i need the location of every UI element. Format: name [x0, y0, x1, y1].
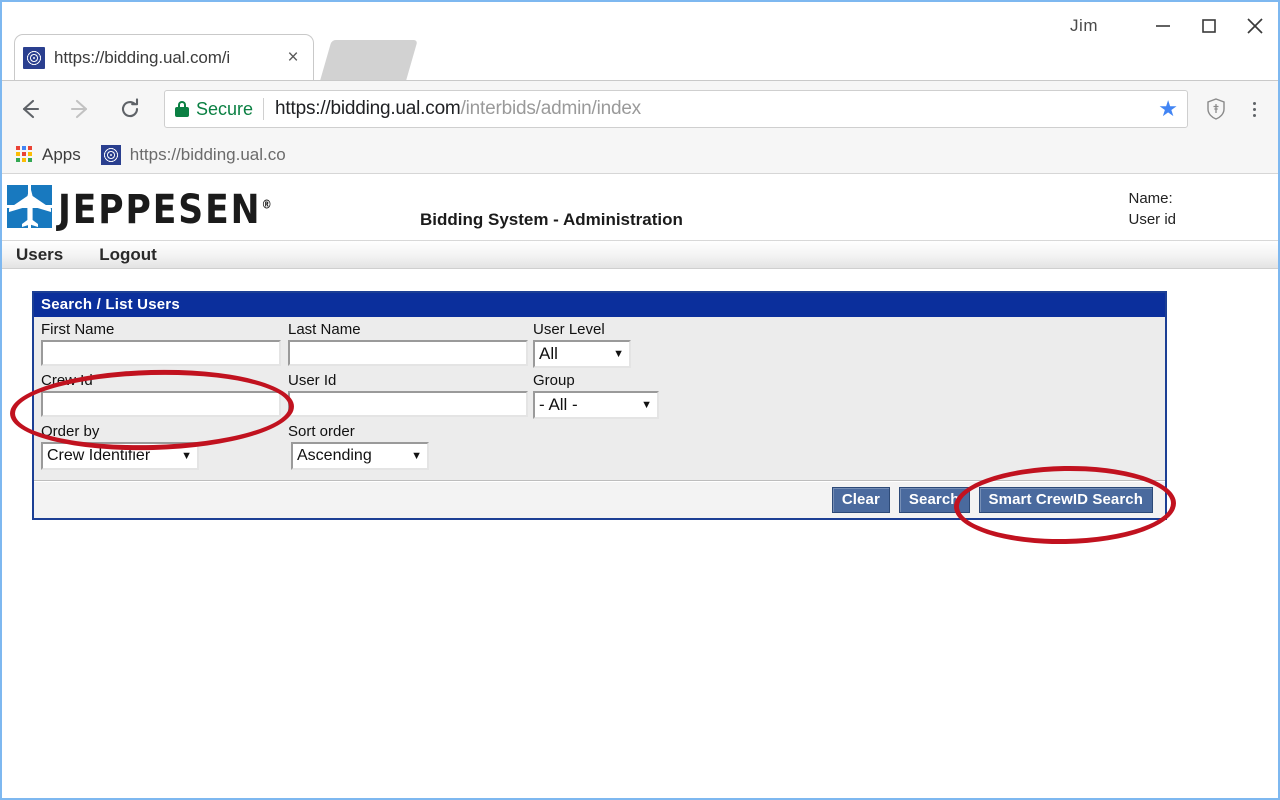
search-form: First Name Last Name User Level All ▼ Cr… [34, 317, 1165, 481]
address-bar-url: https://bidding.ual.com/interbids/admin/… [275, 98, 641, 120]
reload-icon[interactable] [108, 87, 152, 131]
order-by-value: Crew Identifier [47, 447, 151, 464]
form-row-inputs-3: Crew Identifier ▼ Ascending ▼ [34, 442, 1165, 474]
lock-icon [175, 101, 189, 117]
minimize-icon[interactable] [1140, 3, 1186, 49]
nav-item-users[interactable]: Users [16, 245, 63, 265]
profile-name[interactable]: Jim [1070, 16, 1098, 36]
form-row-labels-2: Crew Id User Id Group [34, 372, 1165, 391]
form-row-labels-1: First Name Last Name User Level [34, 321, 1165, 340]
tab-title: https://bidding.ual.com/i [54, 47, 231, 67]
globe-favicon [100, 144, 121, 165]
bookmarks-bar: Apps https://bidding.ual.co [2, 136, 1278, 174]
apps-grid-icon[interactable] [16, 146, 33, 163]
maximize-icon[interactable] [1186, 3, 1232, 49]
window-controls: Jim [1070, 2, 1278, 50]
search-button[interactable]: Search [898, 487, 970, 513]
brand-wordmark: JEPPESEN® [58, 187, 274, 233]
user-level-select[interactable]: All ▼ [533, 340, 631, 368]
bookmark-item-0[interactable]: https://bidding.ual.co [130, 145, 286, 165]
sort-order-value: Ascending [297, 447, 372, 464]
url-path: /interbids/admin/index [460, 98, 642, 119]
browser-tab[interactable]: https://bidding.ual.com/i × [14, 34, 314, 80]
panel-title: Search / List Users [34, 293, 1165, 317]
smart-crewid-search-button[interactable]: Smart CrewID Search [978, 487, 1153, 513]
label-crew-id: Crew Id [41, 372, 93, 389]
browser-window: https://bidding.ual.com/i × Jim Secure h… [0, 0, 1280, 800]
chevron-down-icon: ▼ [613, 348, 624, 360]
app-navbar: Users Logout [2, 241, 1278, 269]
user-id-input[interactable] [288, 391, 528, 417]
sort-order-select[interactable]: Ascending ▼ [291, 442, 429, 470]
group-value: - All - [539, 395, 578, 414]
user-id-label: User id [1128, 211, 1176, 228]
page-content: JEPPESEN® Bidding System - Administratio… [2, 174, 1278, 798]
omnibox-divider [263, 98, 265, 120]
close-icon[interactable]: × [283, 48, 303, 68]
label-last-name: Last Name [288, 321, 361, 338]
registered-mark: ® [261, 197, 274, 212]
user-level-value: All [539, 344, 558, 363]
crew-id-input[interactable] [41, 391, 281, 417]
browser-titlebar: https://bidding.ual.com/i × Jim [2, 2, 1278, 80]
form-row-labels-3: Order by Sort order [34, 423, 1165, 442]
security-status: Secure [196, 98, 254, 119]
label-user-level: User Level [533, 321, 605, 338]
three-dot-menu-icon[interactable] [1236, 89, 1272, 129]
address-bar[interactable]: Secure https://bidding.ual.com/interbids… [164, 90, 1188, 128]
label-first-name: First Name [41, 321, 115, 338]
app-header: JEPPESEN® Bidding System - Administratio… [2, 174, 1278, 241]
star-icon[interactable]: ★ [1158, 98, 1178, 120]
clear-button[interactable]: Clear [831, 487, 890, 513]
label-user-id: User Id [288, 372, 337, 389]
user-info: Name: User id [1128, 188, 1176, 230]
chevron-down-icon: ▼ [181, 450, 192, 462]
back-arrow-icon[interactable] [8, 87, 52, 131]
label-sort-order: Sort order [288, 423, 355, 440]
user-name-label: Name: [1128, 190, 1173, 207]
brand-text: JEPPESEN [58, 187, 262, 233]
chevron-down-icon: ▼ [641, 399, 652, 411]
nav-item-logout[interactable]: Logout [99, 245, 157, 265]
shield-extension-icon[interactable] [1196, 89, 1236, 129]
jeppesen-plane-logo [6, 184, 54, 230]
forward-arrow-icon [58, 87, 102, 131]
new-tab-button[interactable] [320, 40, 418, 80]
chevron-down-icon: ▼ [411, 450, 422, 462]
form-row-inputs-1: All ▼ [34, 340, 1165, 368]
search-list-users-panel: Search / List Users First Name Last Name… [32, 291, 1167, 520]
form-row-inputs-2: - All - ▼ [34, 391, 1165, 419]
order-by-select[interactable]: Crew Identifier ▼ [41, 442, 199, 470]
app-subtitle: Bidding System - Administration [420, 210, 683, 229]
label-order-by: Order by [41, 423, 100, 440]
label-group: Group [533, 372, 575, 389]
first-name-input[interactable] [41, 340, 281, 366]
url-domain: https://bidding.ual.com [275, 98, 461, 119]
last-name-input[interactable] [288, 340, 528, 366]
bookmark-apps-label[interactable]: Apps [42, 145, 81, 165]
group-select[interactable]: - All - ▼ [533, 391, 659, 419]
close-icon[interactable] [1232, 3, 1278, 49]
globe-favicon [23, 46, 45, 69]
plane-glyph [9, 186, 51, 227]
browser-toolbar: Secure https://bidding.ual.com/interbids… [2, 80, 1278, 137]
panel-actions: Clear Search Smart CrewID Search [34, 481, 1165, 518]
